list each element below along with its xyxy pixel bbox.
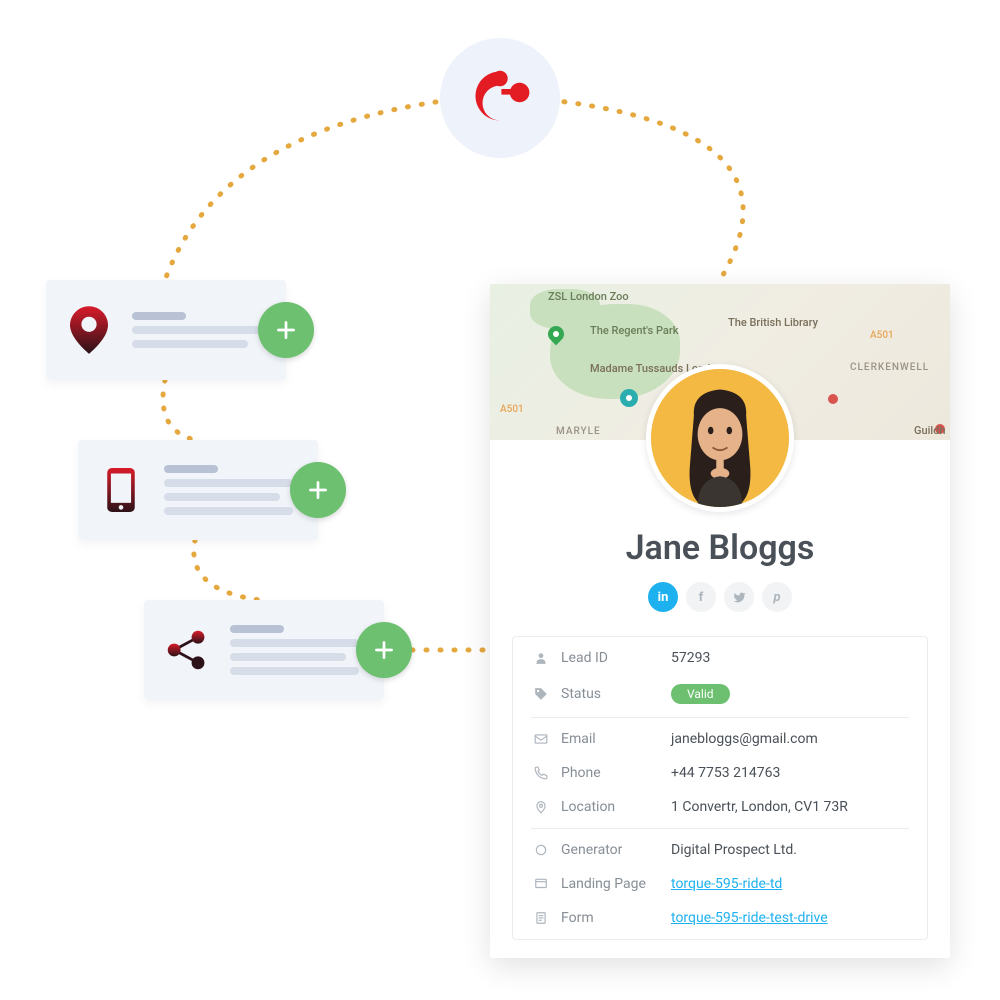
detail-status: Status Valid (531, 675, 909, 713)
map-dot-icon (828, 394, 838, 404)
detail-landing-page: Landing Page torque-595-ride-td (531, 867, 909, 901)
add-button[interactable] (258, 302, 314, 358)
phone-icon (531, 766, 551, 780)
profile-details: Lead ID 57293 Status Valid Email janeblo… (512, 636, 928, 940)
source-card-share (144, 600, 384, 700)
profile-card: ZSL London Zoo The Regent's Park Madame … (490, 284, 950, 958)
map-label: Guildh (914, 424, 946, 437)
form-icon (531, 911, 551, 925)
location-icon (531, 800, 551, 814)
landing-page-icon (531, 877, 551, 891)
detail-generator: Generator Digital Prospect Ltd. (531, 833, 909, 867)
mobile-phone-icon (96, 465, 146, 515)
map-label: The British Library (728, 316, 818, 329)
map-label: CLERKENWELL (850, 362, 929, 373)
detail-form: Form torque-595-ride-test-drive (531, 901, 909, 935)
detail-phone: Phone +44 7753 214763 (531, 756, 909, 790)
email-icon (531, 732, 551, 746)
status-badge: Valid (671, 684, 730, 704)
map-marker-icon (620, 389, 638, 407)
form-link[interactable]: torque-595-ride-test-drive (671, 910, 828, 926)
twitter-button[interactable] (724, 582, 754, 612)
detail-location: Location 1 Convertr, London, CV1 73R (531, 790, 909, 824)
placeholder-lines (132, 306, 268, 354)
source-card-phone (78, 440, 318, 540)
placeholder-lines (230, 619, 366, 681)
profile-name: Jane Bloggs (490, 528, 950, 568)
generator-icon (531, 843, 551, 857)
brand-logo (440, 38, 560, 158)
tag-icon (531, 687, 551, 701)
map-road-label: A501 (500, 404, 524, 415)
social-buttons: in f p (490, 582, 950, 612)
detail-lead-id: Lead ID 57293 (531, 641, 909, 675)
map-label: ZSL London Zoo (548, 290, 629, 303)
facebook-button[interactable]: f (686, 582, 716, 612)
share-icon (162, 625, 212, 675)
source-card-location (46, 280, 286, 380)
person-icon (531, 651, 551, 665)
avatar (646, 364, 794, 512)
map-road-label: A501 (870, 330, 894, 341)
map-label: The Regent's Park (590, 324, 678, 337)
linkedin-button[interactable]: in (648, 582, 678, 612)
placeholder-lines (164, 459, 300, 521)
add-button[interactable] (290, 462, 346, 518)
map-label: MARYLE (556, 426, 601, 437)
pinterest-button[interactable]: p (762, 582, 792, 612)
add-button[interactable] (356, 622, 412, 678)
location-pin-icon (64, 305, 114, 355)
brand-logo-icon (465, 61, 535, 135)
landing-page-link[interactable]: torque-595-ride-td (671, 876, 782, 892)
detail-email: Email janebloggs@gmail.com (531, 722, 909, 756)
